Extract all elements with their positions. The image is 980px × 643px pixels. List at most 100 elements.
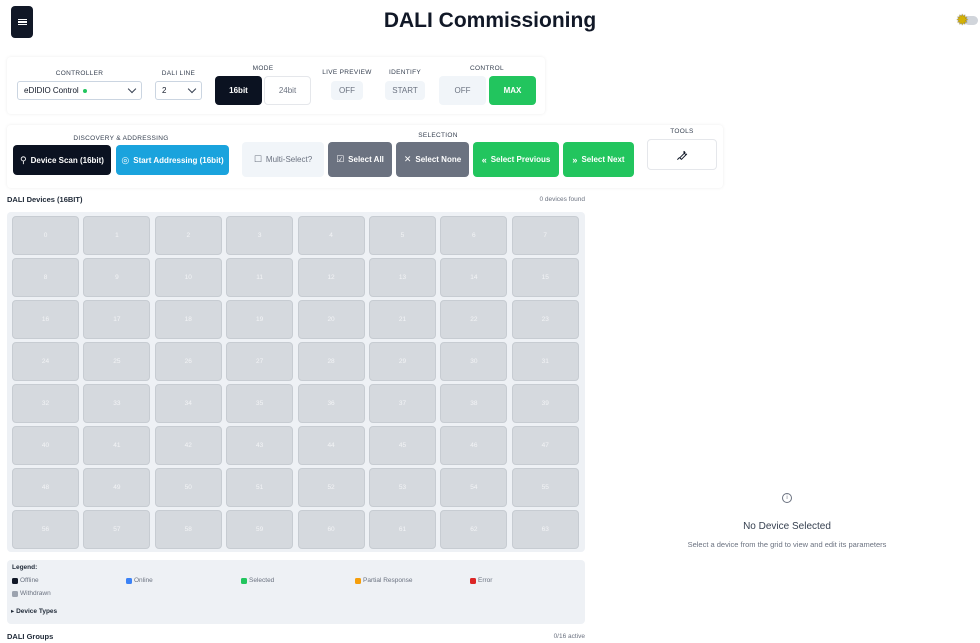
device-cell[interactable]: 43 [226,426,294,465]
legend-swatch [12,590,18,597]
device-cell[interactable]: 21 [368,300,436,339]
device-cell[interactable]: 59 [226,510,294,549]
device-cell[interactable]: 57 [83,510,151,549]
device-cell[interactable]: 54 [440,468,508,507]
device-cell[interactable]: 29 [368,342,436,381]
legend-swatch [12,577,18,584]
device-cell[interactable]: 34 [154,384,222,423]
chevron-down-icon [187,84,197,94]
control-label: CONTROL [470,65,504,72]
device-cell[interactable]: 63 [511,510,579,549]
legend-swatch [241,577,247,584]
device-cell[interactable]: 0 [12,216,79,255]
device-cell[interactable]: 13 [368,258,436,297]
device-cell[interactable]: 62 [440,510,508,549]
legend-label: Online [134,577,153,584]
checkbox-icon: ☐ [253,154,262,164]
select-none-button[interactable]: ✕ Select None [396,142,469,177]
device-cell[interactable]: 52 [297,468,365,507]
select-next-button[interactable]: » Select Next [563,142,634,177]
device-cell[interactable]: 53 [368,468,436,507]
device-cell[interactable]: 10 [154,258,222,297]
search-icon: ⚲ [20,154,27,165]
mode-24bit-button[interactable]: 24bit [264,76,311,105]
select-all-button[interactable]: ☑ Select All [328,142,392,177]
device-cell[interactable]: 3 [226,216,294,255]
device-cell[interactable]: 47 [511,426,579,465]
start-addressing-button[interactable]: ◎ Start Addressing (16bit) [116,145,229,175]
device-cell[interactable]: 58 [154,510,222,549]
identify-start-button[interactable]: START [385,81,425,100]
device-cell[interactable]: 12 [297,258,365,297]
device-cell[interactable]: 44 [297,426,365,465]
device-cell[interactable]: 9 [83,258,151,297]
live-preview-toggle[interactable]: OFF [331,81,363,100]
device-cell[interactable]: 37 [368,384,436,423]
control-off-button[interactable]: OFF [439,76,486,105]
device-cell[interactable]: 50 [154,468,222,507]
device-cell[interactable]: 48 [12,468,79,507]
device-cell[interactable]: 39 [511,384,579,423]
device-cell[interactable]: 7 [511,216,579,255]
device-types-toggle[interactable]: ▸ Device Types [11,607,57,615]
device-cell[interactable]: 22 [440,300,508,339]
device-cell[interactable]: 15 [511,258,579,297]
device-cell[interactable]: 8 [12,258,79,297]
device-cell[interactable]: 25 [83,342,151,381]
multi-select-toggle[interactable]: ☐ Multi-Select? [242,142,324,177]
device-cell[interactable]: 61 [368,510,436,549]
device-cell[interactable]: 56 [12,510,79,549]
dali-line-value: 2 [162,86,167,95]
device-cell[interactable]: 49 [83,468,151,507]
device-cell[interactable]: 18 [154,300,222,339]
control-max-button[interactable]: MAX [489,76,536,105]
device-cell[interactable]: 23 [511,300,579,339]
device-cell[interactable]: 1 [83,216,151,255]
device-cell[interactable]: 35 [226,384,294,423]
page-title: DALI Commissioning [383,9,597,32]
device-cell[interactable]: 26 [154,342,222,381]
device-cell[interactable]: 60 [297,510,365,549]
device-scan-button[interactable]: ⚲ Device Scan (16bit) [13,145,111,175]
device-cell[interactable]: 14 [440,258,508,297]
mode-16bit-button[interactable]: 16bit [215,76,262,105]
device-cell[interactable]: 36 [297,384,365,423]
groups-title: DALI Groups [7,632,54,641]
device-cell[interactable]: 4 [297,216,365,255]
device-cell[interactable]: 46 [440,426,508,465]
device-cell[interactable]: 41 [83,426,151,465]
device-cell[interactable]: 2 [154,216,222,255]
device-cell[interactable]: 24 [12,342,79,381]
device-cell[interactable]: 11 [226,258,294,297]
device-cell[interactable]: 38 [440,384,508,423]
device-cell[interactable]: 28 [297,342,365,381]
device-cell[interactable]: 27 [226,342,294,381]
device-cell[interactable]: 42 [154,426,222,465]
controller-select[interactable]: eDIDIO Control [17,81,142,100]
device-cell[interactable]: 6 [440,216,508,255]
device-cell[interactable]: 40 [12,426,79,465]
device-cell[interactable]: 19 [226,300,294,339]
start-addressing-label: Start Addressing (16bit) [133,155,224,165]
selection-label: SELECTION [418,132,458,139]
groups-count: 0/16 active [553,633,585,640]
device-cell[interactable]: 30 [440,342,508,381]
device-cell[interactable]: 31 [511,342,579,381]
device-cell[interactable]: 32 [12,384,79,423]
theme-toggle[interactable]: ✹ [956,13,978,28]
device-cell[interactable]: 55 [511,468,579,507]
device-cell[interactable]: 16 [12,300,79,339]
identify-label: IDENTIFY [388,69,421,76]
device-cell[interactable]: 5 [368,216,436,255]
devices-title: DALI Devices (16BIT) [7,195,83,204]
device-cell[interactable]: 20 [297,300,365,339]
device-cell[interactable]: 33 [83,384,151,423]
device-cell[interactable]: 51 [226,468,294,507]
tools-button[interactable] [647,139,717,170]
legend-swatch [355,577,361,584]
target-icon: ◎ [121,154,130,165]
dali-line-select[interactable]: 2 [155,81,202,100]
device-cell[interactable]: 45 [368,426,436,465]
device-cell[interactable]: 17 [83,300,151,339]
select-previous-button[interactable]: « Select Previous [473,142,559,177]
